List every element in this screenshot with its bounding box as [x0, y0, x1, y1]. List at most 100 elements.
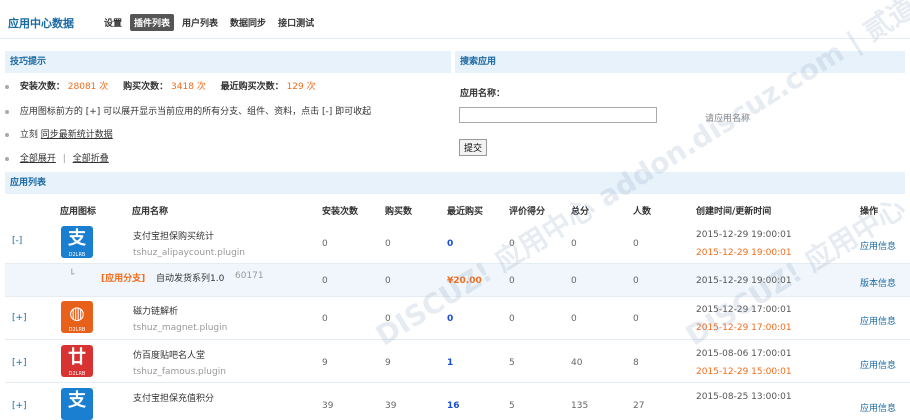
search-app-name-input[interactable] — [459, 107, 657, 123]
nav-item-api-test[interactable]: 接口测试 — [274, 14, 318, 31]
alipay-icon: 支 — [61, 388, 93, 420]
app-name[interactable]: 磁力链解析 — [133, 304, 178, 317]
app-name[interactable]: 支付宝担保购买统计 — [133, 229, 214, 242]
tip-expand-text: 应用图标前方的 [+] 可以展开显示当前应用的所有分支、组件、资料，点击 [-]… — [19, 107, 372, 117]
total-score: 40 — [571, 358, 583, 368]
sync-stats-link[interactable]: 同步最新统计数据 — [41, 130, 113, 140]
top-bar: 应用中心数据 设置 插件列表 用户列表 数据同步 接口测试 — [0, 0, 910, 39]
bullet-icon — [5, 132, 9, 137]
created-time: 2015-12-29 19:00:01 — [696, 230, 792, 240]
nav-item-plugin-list[interactable]: 插件列表 — [130, 14, 175, 31]
people-count: 0 — [633, 276, 639, 286]
col-header-name: 应用名称 — [132, 207, 169, 217]
table-row-branch: ┗ [应用分支] 自动发货系列1.0 60171 0 0 ¥20.00 0 0 … — [5, 264, 910, 297]
recent-buy-price: ¥20.00 — [447, 276, 482, 286]
app-name[interactable]: 支付宝担保充值积分 — [133, 391, 214, 404]
separator: | — [62, 154, 66, 164]
app-name[interactable]: 仿百度贴吧名人堂 — [133, 348, 205, 361]
search-app-name-label: 应用名称： — [460, 89, 506, 99]
col-header-icon: 应用图标 — [60, 207, 97, 217]
branch-tag: [应用分支] — [101, 274, 146, 284]
app-identifier: tshuz_alipaycount.plugin — [133, 248, 246, 258]
search-submit-button[interactable]: 提交 — [459, 139, 488, 156]
expand-toggle[interactable]: [+] — [12, 401, 27, 411]
buy-count: 0 — [385, 239, 391, 249]
purchase-count-value: 3418 次 — [171, 82, 206, 92]
bullet-icon — [5, 109, 9, 114]
branch-version: 60171 — [235, 271, 264, 281]
updated-time: 2015-12-29 17:00:01 — [696, 323, 792, 333]
app-identifier: tshuz_famous.plugin — [133, 367, 226, 377]
tip-stats: 安装次数： 28081 次 购买次数： 3418 次 最近购买次数： 129 次 — [5, 79, 328, 92]
rating-score: 0 — [509, 239, 515, 249]
total-score: 0 — [571, 314, 577, 324]
people-count: 8 — [633, 358, 639, 368]
recent-purchase-label: 最近购买次数： — [220, 82, 284, 92]
tips-panel-title: 技巧提示 — [5, 51, 451, 73]
bullet-icon — [5, 84, 9, 89]
col-header-recent: 最近购买 — [447, 207, 484, 217]
col-header-total: 总分 — [571, 207, 590, 217]
col-header-datetime: 创建时间/更新时间 — [696, 207, 772, 217]
app-info-link[interactable]: 应用信息 — [860, 314, 896, 327]
created-time: 2015-08-25 13:00:01 — [696, 392, 792, 402]
install-count: 0 — [322, 276, 328, 286]
created-time: 2015-12-29 19:00:01 — [696, 276, 792, 286]
table-row: [+] 支 支付宝担保充值积分 39 39 16 5 135 27 2015-0… — [5, 383, 910, 420]
install-count-value: 28081 次 — [67, 82, 109, 92]
famous-icon: 廿 D2LRB — [61, 345, 93, 377]
app-identifier: tshuz_magnet.plugin — [133, 323, 228, 333]
buy-count: 9 — [385, 358, 391, 368]
total-score: 0 — [571, 276, 577, 286]
recent-buy: 1 — [447, 358, 454, 368]
recent-buy: 16 — [447, 401, 460, 411]
install-count: 9 — [322, 358, 328, 368]
created-time: 2015-08-06 17:00:01 — [696, 349, 792, 359]
recent-buy: 0 — [447, 314, 454, 324]
install-count-label: 安装次数： — [19, 82, 65, 92]
buy-count: 39 — [385, 401, 397, 411]
app-info-link[interactable]: 应用信息 — [860, 401, 896, 414]
app-list-title: 应用列表 — [5, 172, 905, 194]
col-header-rating: 评价得分 — [509, 207, 546, 217]
people-count: 27 — [633, 401, 645, 411]
updated-time: 2015-12-29 19:00:01 — [696, 248, 792, 258]
version-info-link[interactable]: 版本信息 — [860, 276, 896, 289]
table-row: [+] ◍ D2LRB 磁力链解析 tshuz_magnet.plugin 0 … — [5, 297, 910, 340]
expand-toggle[interactable]: [+] — [12, 313, 27, 323]
alipay-icon: 支 D2LRB — [61, 226, 93, 258]
tip-sync: 立刻 同步最新统计数据 — [5, 127, 113, 140]
rating-score: 0 — [509, 276, 515, 286]
created-time: 2015-12-29 17:00:01 — [696, 305, 792, 315]
expand-toggle[interactable]: [+] — [12, 358, 27, 368]
people-count: 0 — [633, 239, 639, 249]
branch-indent-icon: ┗ — [69, 270, 75, 280]
collapse-toggle[interactable]: [-] — [12, 236, 22, 246]
rating-score: 5 — [509, 401, 515, 411]
install-count: 0 — [322, 239, 328, 249]
col-header-action: 操作 — [860, 207, 879, 217]
total-score: 135 — [571, 401, 589, 411]
purchase-count-label: 购买次数： — [123, 82, 169, 92]
bullet-icon — [5, 156, 9, 161]
branch-name[interactable]: 自动发货系列1.0 — [156, 271, 224, 284]
expand-all-link[interactable]: 全部展开 — [20, 154, 56, 164]
tip-sync-prefix: 立刻 — [19, 130, 38, 140]
search-panel-title: 搜索应用 — [455, 51, 905, 73]
recent-buy: 0 — [447, 239, 454, 249]
collapse-all-link[interactable]: 全部折叠 — [73, 154, 109, 164]
nav-item-user-list[interactable]: 用户列表 — [178, 14, 222, 31]
nav-item-settings[interactable]: 设置 — [100, 14, 126, 31]
search-hint: 请应用名称 — [705, 114, 751, 124]
page-title: 应用中心数据 — [8, 17, 74, 30]
nav-item-data-sync[interactable]: 数据同步 — [226, 14, 270, 31]
col-header-installs: 安装次数 — [322, 207, 359, 217]
rating-score: 0 — [509, 314, 515, 324]
install-count: 0 — [322, 314, 328, 324]
updated-time: 2015-12-29 15:00:01 — [696, 367, 792, 377]
people-count: 0 — [633, 314, 639, 324]
app-info-link[interactable]: 应用信息 — [860, 239, 896, 252]
app-info-link[interactable]: 应用信息 — [860, 358, 896, 371]
table-row: [+] 廿 D2LRB 仿百度贴吧名人堂 tshuz_famous.plugin… — [5, 340, 910, 383]
col-header-people: 人数 — [633, 207, 652, 217]
